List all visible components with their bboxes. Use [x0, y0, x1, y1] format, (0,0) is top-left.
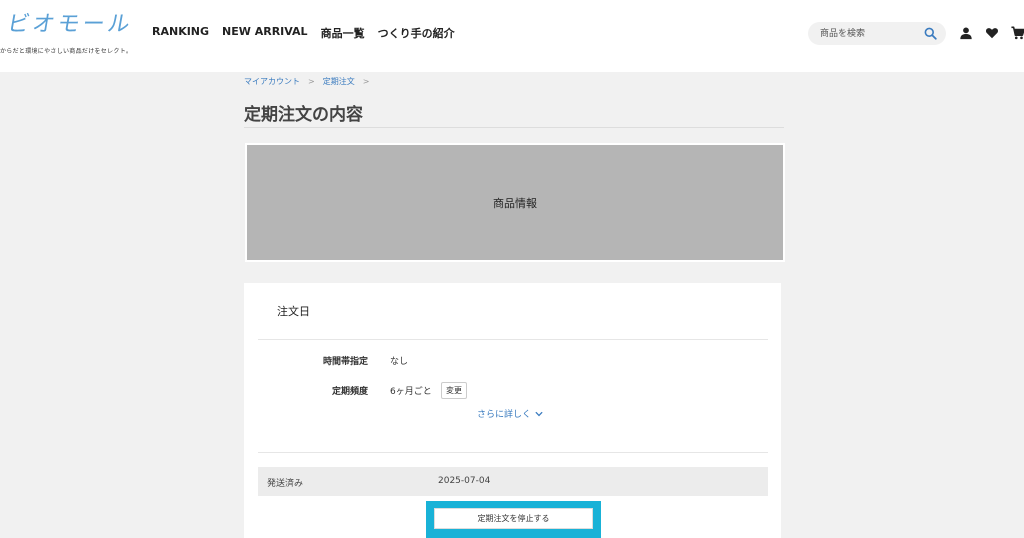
change-frequency-button[interactable]: 変更 [441, 382, 467, 399]
product-info-panel: 商品情報 [245, 143, 785, 262]
status-badge: 発送済み [267, 479, 304, 489]
time-slot-label: 時間帯指定 [322, 357, 368, 367]
time-slot-value: なし [390, 357, 409, 367]
nav-item-ranking[interactable]: RANKING [152, 25, 209, 41]
divider [258, 339, 768, 340]
search-box [808, 22, 946, 45]
chevron-down-icon [535, 411, 543, 416]
subscription-details-card: 注文日 時間帯指定 なし 定期頻度 6ヶ月ごと 変更 さらに詳しく 発送済み 2… [244, 283, 781, 538]
site-logo[interactable]: ビオモール からだと環境にやさしい商品だけをセレクト。 [0, 6, 143, 56]
show-more-label: さらに詳しく [477, 410, 532, 420]
search-input[interactable] [820, 27, 920, 41]
logo-tagline: からだと環境にやさしい商品だけをセレクト。 [0, 48, 133, 55]
nav-item-makers[interactable]: つくり手の紹介 [378, 25, 455, 41]
cart-icon[interactable] [1011, 26, 1024, 40]
main-nav: RANKING NEW ARRIVAL 商品一覧 つくり手の紹介 [152, 25, 455, 41]
page-title: 定期注文の内容 [244, 105, 363, 125]
search-icon[interactable] [924, 27, 937, 40]
nav-item-products[interactable]: 商品一覧 [321, 25, 365, 41]
heart-icon[interactable] [985, 26, 999, 40]
breadcrumb-separator: > [308, 77, 315, 86]
order-date-label: 注文日 [277, 305, 310, 318]
shipment-date: 2025-07-04 [438, 476, 491, 486]
stop-button-highlight: 定期注文を停止する [426, 501, 601, 538]
show-more-link[interactable]: さらに詳しく [477, 407, 543, 420]
logo-text: ビオモール [5, 12, 135, 37]
frequency-label: 定期頻度 [331, 387, 368, 397]
site-header: ビオモール からだと環境にやさしい商品だけをセレクト。 RANKING NEW … [0, 0, 1024, 72]
divider [258, 452, 768, 453]
stop-subscription-button[interactable]: 定期注文を停止する [434, 508, 593, 529]
breadcrumb-subscription[interactable]: 定期注文 [323, 76, 355, 87]
nav-item-new-arrival[interactable]: NEW ARRIVAL [222, 25, 308, 41]
frequency-value: 6ヶ月ごと [390, 387, 432, 397]
title-divider [244, 127, 784, 128]
user-icon[interactable] [959, 26, 973, 40]
shipment-status-row: 発送済み 2025-07-04 [258, 467, 768, 496]
breadcrumb: マイアカウント > 定期注文 > [244, 76, 377, 87]
product-info-label: 商品情報 [493, 196, 537, 210]
breadcrumb-my-account[interactable]: マイアカウント [244, 76, 300, 87]
breadcrumb-separator: > [362, 77, 370, 86]
